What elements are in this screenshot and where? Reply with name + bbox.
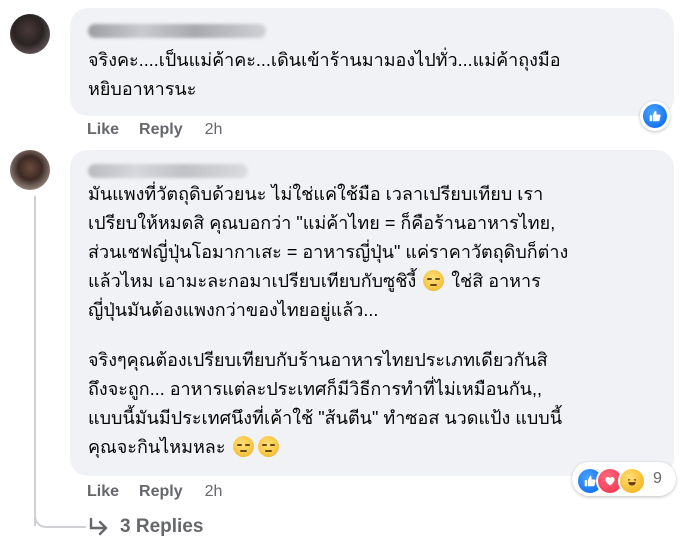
unamused-face-emoji — [423, 270, 445, 291]
reply-button[interactable]: Reply — [139, 121, 183, 139]
unamused-face-emoji — [232, 436, 254, 457]
comment-actions: Like Reply 2h — [87, 483, 242, 501]
comment-bubble: มันแพงที่วัตถุดิบด้วยนะ ไม่ใช่แค่ใช้มือ … — [70, 150, 674, 476]
unamused-face-emoji — [257, 436, 279, 457]
comment-text: จริงคะ....เป็นแม่ค้าคะ...เดินเข้าร้านมาม… — [88, 50, 561, 99]
comment-timestamp[interactable]: 2h — [205, 483, 223, 501]
commenter-name-blurred[interactable] — [88, 164, 248, 178]
comment-text-paragraph-2: จริงๆคุณต้องเปรียบเทียบกับร้านอาหารไทยปร… — [88, 350, 562, 457]
thread-connector — [34, 508, 86, 528]
reply-arrow-icon — [89, 517, 108, 536]
comment-reaction-badge[interactable] — [640, 101, 670, 131]
commenter-avatar[interactable] — [10, 150, 50, 190]
haha-icon — [618, 467, 646, 495]
comment-bubble: จริงคะ....เป็นแม่ค้าคะ...เดินเข้าร้านมาม… — [70, 8, 674, 116]
like-icon — [643, 104, 667, 128]
commenter-name-blurred[interactable] — [88, 24, 266, 38]
like-button[interactable]: Like — [87, 483, 119, 501]
reaction-count: 9 — [653, 470, 662, 487]
commenter-avatar[interactable] — [10, 14, 50, 54]
comment-timestamp[interactable]: 2h — [205, 121, 223, 139]
reply-button[interactable]: Reply — [139, 483, 183, 501]
like-button[interactable]: Like — [87, 121, 119, 139]
comment-text-paragraph-1: มันแพงที่วัตถุดิบด้วยนะ ไม่ใช่แค่ใช้มือ … — [88, 184, 569, 320]
thread-line — [34, 196, 36, 526]
replies-label: 3 Replies — [120, 516, 204, 537]
comment-actions: Like Reply 2h — [87, 121, 242, 139]
reactions-summary[interactable]: 9 — [572, 462, 676, 496]
view-replies-button[interactable]: 3 Replies — [88, 516, 203, 538]
